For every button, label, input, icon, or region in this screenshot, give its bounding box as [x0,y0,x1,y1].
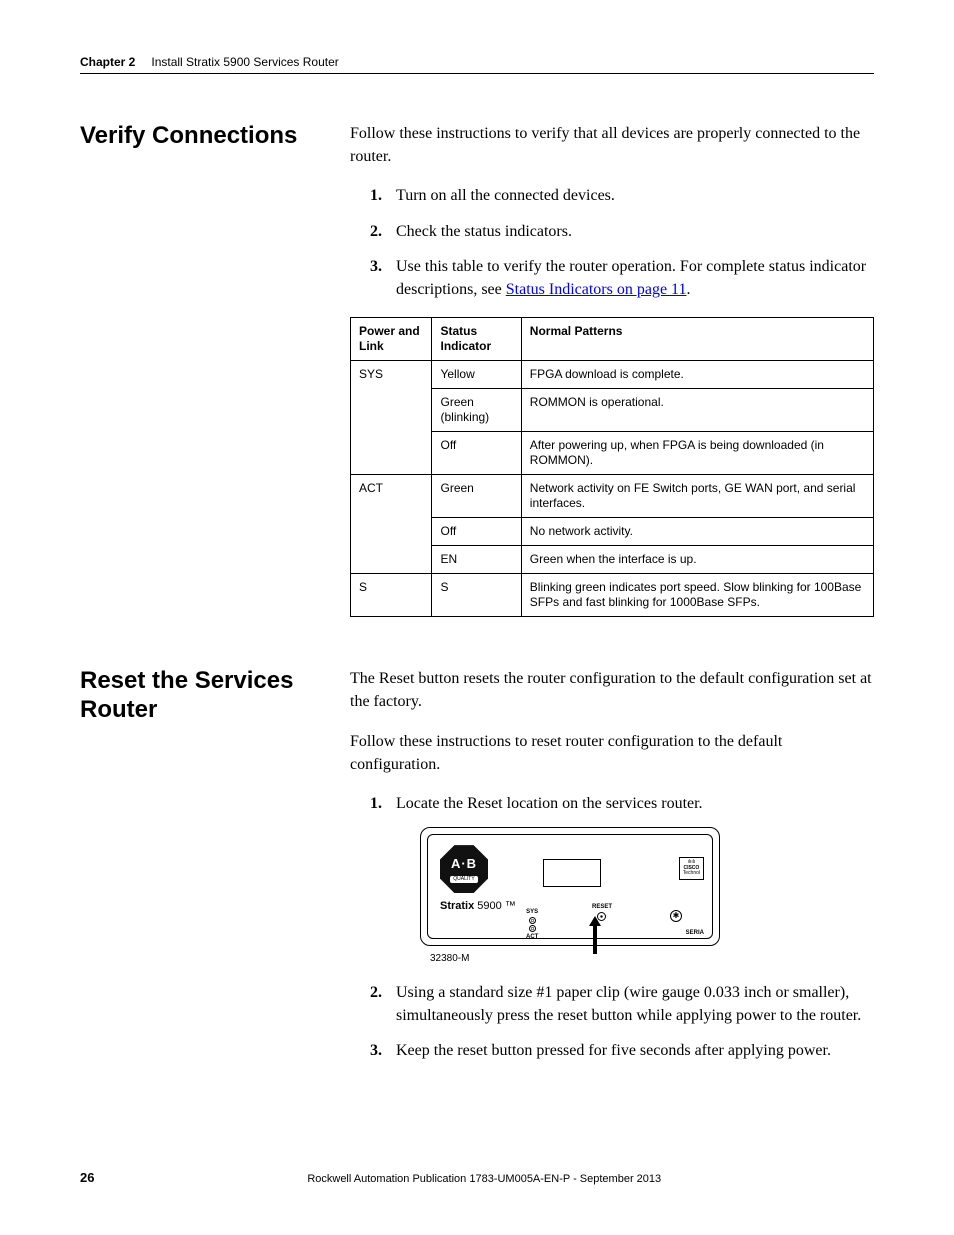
router-diagram: A·B QUALITY Stratix 5900 ™ SYS [420,827,874,967]
product-name: Stratix 5900 ™ [440,899,702,915]
screw-icon: ✱ [670,910,682,922]
verify-intro: Follow these instructions to verify that… [350,122,874,168]
verify-step-1: 1.Turn on all the connected devices. [370,184,874,207]
link-status-indicators[interactable]: Status Indicators on page 11 [506,281,687,298]
arrow-up-icon [589,916,601,954]
section-reset-router: Reset the Services Router The Reset butt… [80,667,874,1078]
th-normal-patterns: Normal Patterns [521,318,873,361]
page-header: Chapter 2 Install Stratix 5900 Services … [80,55,874,74]
reset-label: RESET [592,903,612,912]
reset-p1: The Reset button resets the router confi… [350,667,874,713]
ab-logo-icon: A·B QUALITY [440,845,488,893]
body-verify: Follow these instructions to verify that… [350,122,874,617]
chapter-label: Chapter 2 [80,55,135,69]
reset-p2: Follow these instructions to reset route… [350,730,874,776]
reset-step-1: 1.Locate the Reset location on the servi… [370,792,874,967]
led-icon [529,917,536,924]
panel-rect [543,859,601,887]
page: Chapter 2 Install Stratix 5900 Services … [0,0,954,1178]
verify-steps: 1.Turn on all the connected devices. 2.C… [350,184,874,301]
table-header-row: Power and Link Status Indicator Normal P… [351,318,874,361]
heading-reset: Reset the Services Router [80,667,310,1078]
page-footer: 26 Rockwell Automation Publication 1783-… [80,1170,874,1185]
reset-step-2: 2.Using a standard size #1 paper clip (w… [370,981,874,1027]
table-row: S S Blinking green indicates port speed.… [351,574,874,617]
reset-steps: 1.Locate the Reset location on the servi… [350,792,874,1062]
cisco-logo-icon: ılıılı CISCO Technol [679,857,704,880]
reset-step-3: 3.Keep the reset button pressed for five… [370,1039,874,1062]
th-status-indicator: Status Indicator [432,318,521,361]
serial-label: SERIA [686,929,704,938]
chapter-title: Install Stratix 5900 Services Router [151,55,338,69]
publication-id: Rockwell Automation Publication 1783-UM0… [94,1173,874,1185]
section-verify-connections: Verify Connections Follow these instruct… [80,122,874,617]
verify-step-2: 2.Check the status indicators. [370,220,874,243]
figure-id: 32380-M [430,952,874,967]
body-reset: The Reset button resets the router confi… [350,667,874,1078]
status-indicator-table: Power and Link Status Indicator Normal P… [350,317,874,617]
led-icon [529,925,536,932]
th-power-link: Power and Link [351,318,432,361]
table-row: ACT Green Network activity on FE Switch … [351,475,874,518]
table-row: SYS Yellow FPGA download is complete. [351,361,874,389]
sys-act-leds: SYS ACT [526,908,538,942]
page-number: 26 [80,1170,94,1185]
heading-verify: Verify Connections [80,122,310,617]
verify-step-3: 3. Use this table to verify the router o… [370,255,874,301]
